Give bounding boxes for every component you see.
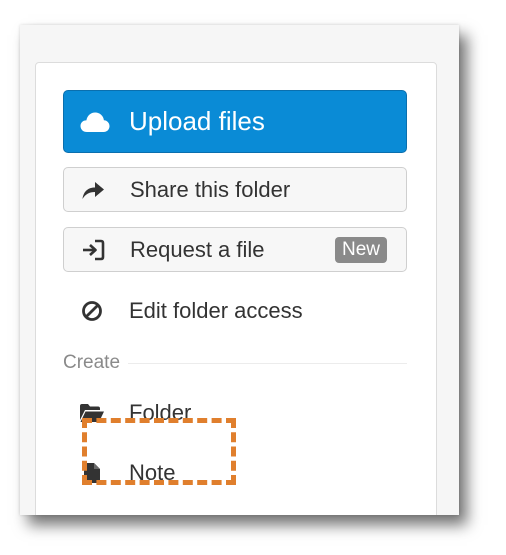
actions-panel: Upload files Share this folder Request a… <box>35 62 437 515</box>
share-folder-button[interactable]: Share this folder <box>63 167 407 212</box>
create-folder-label: Folder <box>129 400 192 425</box>
ban-icon <box>79 298 105 324</box>
create-folder-item[interactable]: Folder <box>63 393 263 433</box>
share-arrow-icon <box>80 177 106 203</box>
cloud-icon <box>79 109 111 135</box>
request-file-label: Request a file <box>130 236 265 262</box>
folder-open-icon <box>79 400 105 426</box>
create-section-heading: Create <box>63 352 121 373</box>
share-folder-label: Share this folder <box>130 176 291 202</box>
upload-files-button[interactable]: Upload files <box>63 90 407 153</box>
screenshot-frame: Upload files Share this folder Request a… <box>20 25 459 515</box>
file-icon <box>79 460 105 486</box>
new-badge: New <box>334 237 387 263</box>
create-note-item[interactable]: Note <box>63 453 263 493</box>
create-note-label: Note <box>129 460 176 485</box>
edit-folder-access-label: Edit folder access <box>129 298 303 323</box>
section-divider <box>128 363 407 364</box>
sign-in-icon <box>80 237 106 263</box>
edit-folder-access-button[interactable]: Edit folder access <box>63 289 407 333</box>
upload-files-label: Upload files <box>129 106 265 136</box>
request-file-button[interactable]: Request a file New <box>63 227 407 272</box>
